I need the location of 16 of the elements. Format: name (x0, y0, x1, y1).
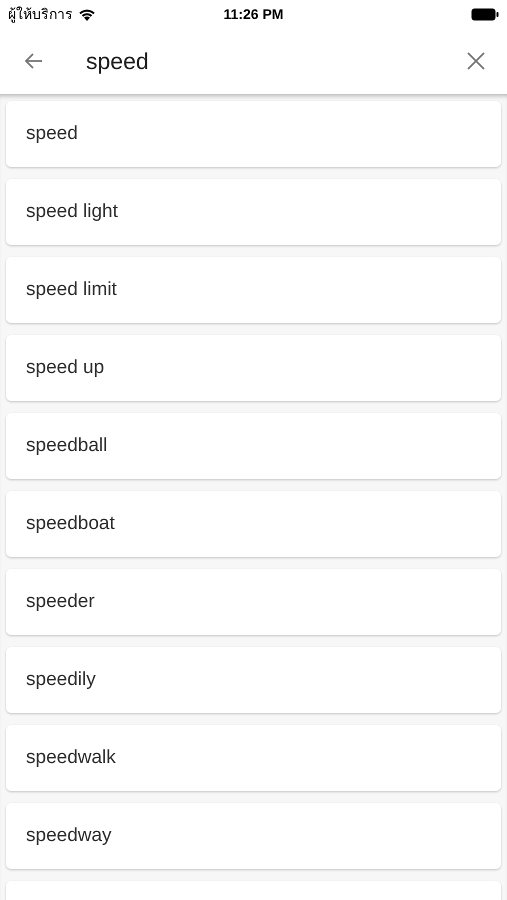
suggestion-item[interactable]: speedway (6, 803, 501, 869)
suggestion-item[interactable]: speed up (6, 335, 501, 401)
wifi-icon (78, 8, 96, 20)
status-time: 11:26 PM (224, 6, 284, 22)
suggestion-item[interactable]: speed (6, 101, 501, 167)
suggestion-item[interactable]: speedily (6, 647, 501, 713)
suggestion-item[interactable]: speedball (6, 413, 501, 479)
suggestion-item[interactable]: speed light (6, 179, 501, 245)
battery-icon (471, 8, 499, 20)
carrier-name: ผู้ให้บริการ (8, 5, 73, 25)
search-field[interactable]: speed (86, 44, 445, 78)
suggestion-item[interactable]: speedboat (6, 491, 501, 557)
suggestion-item[interactable]: speeder (6, 569, 501, 635)
suggestion-item[interactable]: speed limit (6, 257, 501, 323)
suggestion-item[interactable]: speedwalk (6, 725, 501, 791)
close-button[interactable] (465, 50, 487, 72)
